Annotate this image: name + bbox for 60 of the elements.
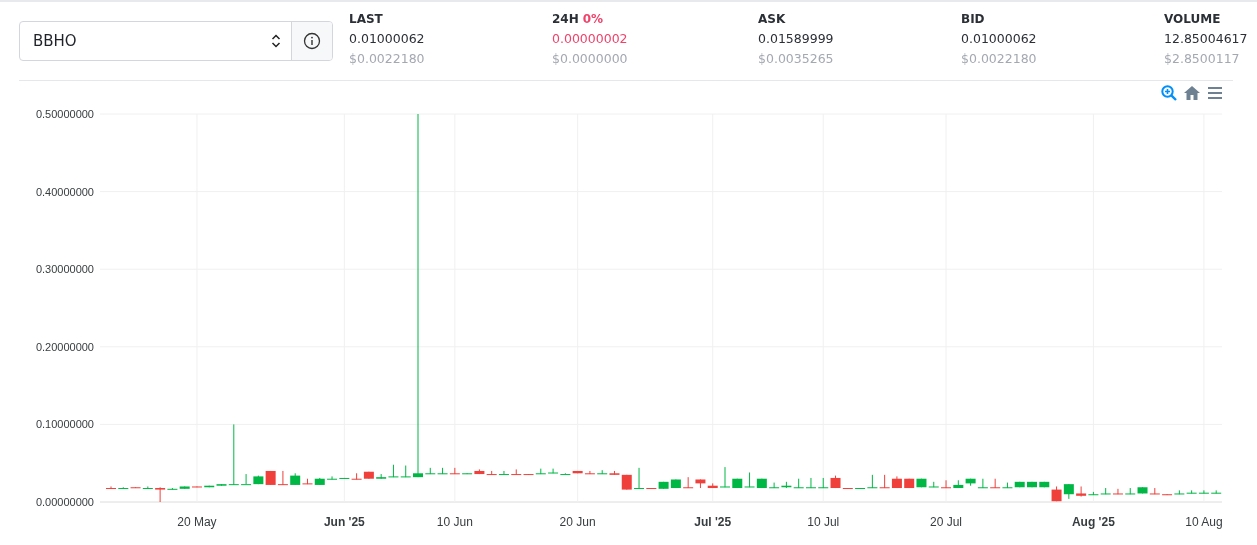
y-axis-label: 0.00000000 bbox=[35, 496, 94, 508]
candle bbox=[683, 476, 694, 489]
candle bbox=[400, 465, 411, 478]
y-axis-label: 0.20000000 bbox=[35, 340, 94, 353]
candle bbox=[818, 477, 829, 489]
candle bbox=[363, 471, 374, 480]
x-axis-label: Jul '25 bbox=[694, 515, 732, 529]
menu-button[interactable] bbox=[1206, 84, 1224, 102]
candle bbox=[277, 470, 288, 486]
x-axis-label: Aug '25 bbox=[1071, 515, 1115, 529]
candle bbox=[720, 466, 730, 488]
y-axis-label: 0.10000000 bbox=[35, 418, 94, 431]
candle bbox=[904, 478, 915, 489]
x-axis-label: 20 Jun bbox=[559, 515, 596, 529]
candle bbox=[241, 473, 252, 486]
y-axis-label: 0.50000000 bbox=[35, 108, 94, 120]
change-percent: 0% bbox=[582, 12, 604, 26]
candle bbox=[879, 474, 890, 489]
candle bbox=[941, 479, 952, 489]
info-button[interactable] bbox=[292, 22, 332, 60]
usd-value: $0.0000000 bbox=[552, 51, 629, 66]
info-icon bbox=[303, 32, 321, 50]
candle bbox=[805, 477, 816, 489]
candle bbox=[1211, 489, 1222, 494]
candle bbox=[1063, 483, 1074, 500]
stat-label: BID bbox=[961, 12, 985, 26]
usd-value: $0.0022180 bbox=[349, 51, 426, 66]
stat-label: VOLUME bbox=[1164, 12, 1221, 26]
candle bbox=[953, 479, 964, 489]
y-axis-label: 0.40000000 bbox=[35, 185, 94, 198]
candle bbox=[695, 479, 706, 489]
x-axis-label: 10 Jul bbox=[807, 515, 840, 529]
usd-value: $2.8500117 bbox=[1164, 51, 1241, 66]
candle bbox=[106, 486, 116, 490]
usd-value: $0.0022180 bbox=[961, 51, 1038, 66]
x-axis-label: 10 Jun bbox=[436, 515, 473, 529]
x-axis-label: 20 Jul bbox=[930, 515, 963, 529]
stat-value: 0.00000002 bbox=[552, 31, 629, 46]
x-axis-label: 20 May bbox=[177, 515, 217, 529]
chevron-up-down-icon bbox=[271, 33, 281, 49]
candle bbox=[965, 478, 976, 487]
x-axis-label: Jun '25 bbox=[323, 515, 365, 529]
candle bbox=[1027, 481, 1037, 488]
stat-value: 0.01000062 bbox=[961, 31, 1038, 46]
candle bbox=[977, 478, 988, 489]
x-axis-label: 10 Aug bbox=[1185, 515, 1223, 529]
y-axis-label: 0.30000000 bbox=[35, 263, 94, 276]
stat-label: ASK bbox=[758, 12, 786, 26]
home-button[interactable] bbox=[1182, 84, 1202, 102]
zoom-in-button[interactable] bbox=[1160, 84, 1178, 102]
stat-label: 24H bbox=[552, 12, 579, 26]
candle bbox=[314, 477, 325, 486]
stat-value: 0.01589999 bbox=[758, 31, 835, 46]
candle bbox=[916, 478, 927, 488]
candle bbox=[793, 478, 804, 489]
usd-value: $0.0035265 bbox=[758, 51, 835, 66]
stat-label: LAST bbox=[349, 12, 383, 26]
candle bbox=[891, 475, 902, 489]
stat-value: 0.01000062 bbox=[349, 31, 426, 46]
candle bbox=[670, 479, 681, 489]
